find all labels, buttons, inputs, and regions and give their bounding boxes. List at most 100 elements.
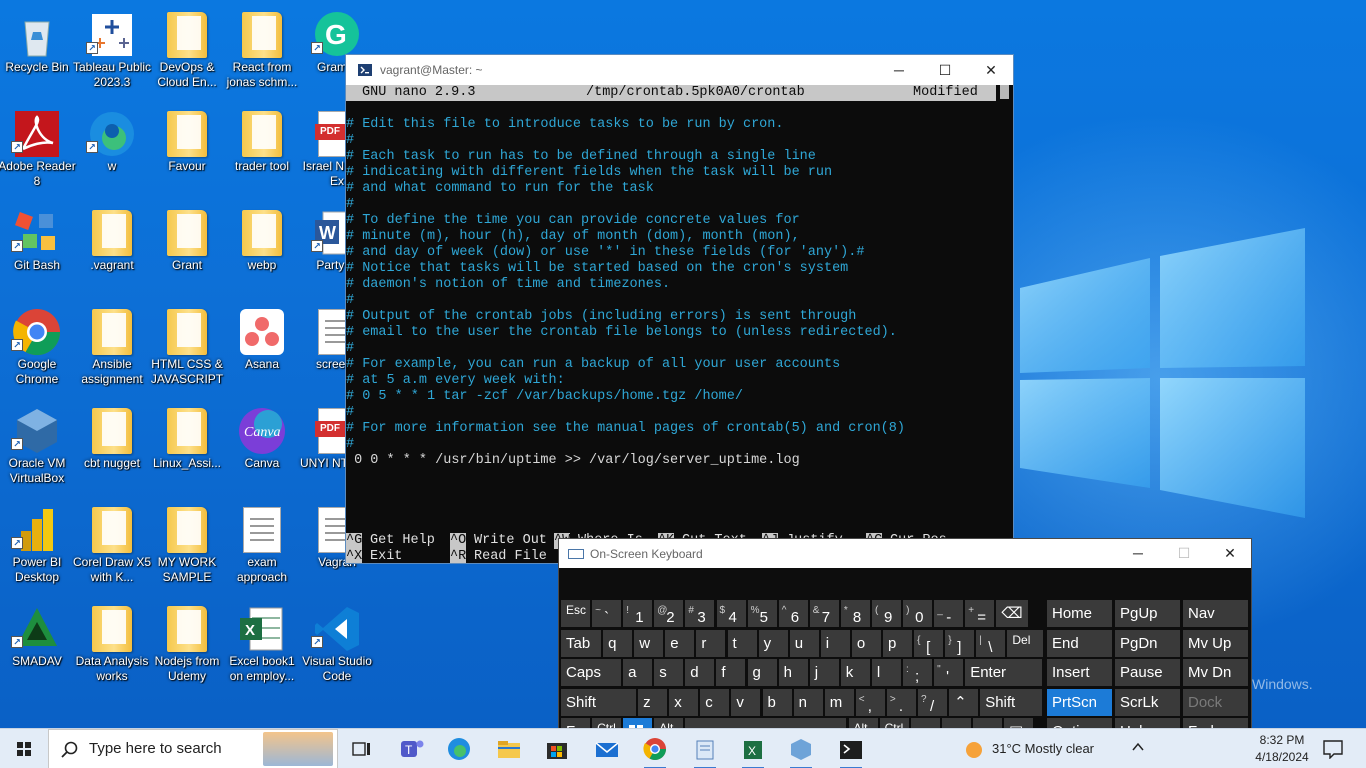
key-up-arrow[interactable]: ⌃: [949, 688, 979, 716]
desktop-icon-recycle-bin[interactable]: Recycle Bin: [0, 4, 77, 94]
key-s[interactable]: s: [654, 659, 684, 686]
key-0[interactable]: ) 0: [903, 600, 933, 627]
key-pause[interactable]: Pause: [1115, 659, 1180, 686]
file-explorer-icon[interactable]: [494, 735, 524, 763]
desktop-icon-visual-studio-code[interactable]: ↗ Visual Studio Code: [297, 598, 377, 688]
desktop-icon-data-analysis-works[interactable]: Data Analysis works: [72, 598, 152, 688]
key-pgup[interactable]: PgUp: [1115, 600, 1180, 627]
terminal-window[interactable]: vagrant@Master: ~ ─ ☐ ✕ GNU nano 2.9.3 /…: [345, 54, 1014, 564]
key-n[interactable]: n: [793, 688, 823, 716]
task-view-icon[interactable]: [346, 735, 376, 763]
desktop-icon-smadav[interactable]: ↗ SMADAV: [0, 598, 77, 688]
notifications-icon[interactable]: [1322, 739, 1344, 759]
desktop-icon-adobe-reader-8[interactable]: ↗ Adobe Reader 8: [0, 103, 77, 193]
key-m[interactable]: m: [824, 688, 854, 716]
chevron-up-icon[interactable]: [1130, 739, 1146, 755]
key-w[interactable]: w: [634, 629, 664, 657]
key-q[interactable]: q: [603, 629, 633, 657]
osk-minimize-button[interactable]: ─: [1115, 539, 1161, 568]
key-j[interactable]: j: [809, 659, 839, 686]
key-8[interactable]: * 8: [840, 600, 870, 627]
osk-close-button[interactable]: ✕: [1207, 539, 1253, 568]
taskbar-search-box[interactable]: Type here to search: [48, 729, 338, 768]
key-v[interactable]: v: [731, 688, 761, 716]
desktop-icon-grant[interactable]: Grant: [147, 202, 227, 292]
key--[interactable]: >.: [886, 688, 916, 716]
desktop-icon-devops-cloud-en[interactable]: DevOps & Cloud En...: [147, 4, 227, 94]
desktop-icon-my-work-sample[interactable]: MY WORK SAMPLE: [147, 499, 227, 589]
key-r[interactable]: r: [696, 629, 726, 657]
desktop-icon-corel-draw-x5-with-k[interactable]: Corel Draw X5 with K...: [72, 499, 152, 589]
desktop-icon-react-from-jonas-schm[interactable]: React from jonas schm...: [222, 4, 302, 94]
desktop-icon-ansible-assignment[interactable]: Ansible assignment: [72, 301, 152, 391]
terminal-task-icon[interactable]: [836, 735, 866, 768]
key-scrlk[interactable]: ScrLk: [1115, 688, 1180, 716]
scrollbar-thumb[interactable]: [1000, 85, 1009, 99]
desktop-icon-google-chrome[interactable]: ↗ Google Chrome: [0, 301, 77, 391]
desktop-icon-trader-tool[interactable]: trader tool: [222, 103, 302, 193]
key-6[interactable]: ^ 6: [778, 600, 808, 627]
key-7[interactable]: & 7: [809, 600, 839, 627]
key-5[interactable]: % 5: [747, 600, 777, 627]
osk-maximize-button[interactable]: ☐: [1161, 539, 1207, 568]
on-screen-keyboard-window[interactable]: On-Screen Keyboard ─ ☐ ✕ Esc ~ `! 1 @2 #3 $4% 5…: [558, 538, 1252, 746]
key-pgdn[interactable]: PgDn: [1115, 629, 1180, 657]
terminal-scrollbar[interactable]: [996, 85, 1013, 563]
desktop-icon-favour[interactable]: Favour: [147, 103, 227, 193]
key--[interactable]: <,: [855, 688, 885, 716]
key--[interactable]: + =: [965, 600, 995, 627]
close-button[interactable]: ✕: [968, 55, 1014, 85]
key-e[interactable]: e: [665, 629, 695, 657]
desktop-icon-excel-book1-on-employ[interactable]: X Excel book1 on employ...: [222, 598, 302, 688]
start-button[interactable]: [0, 729, 48, 768]
key--[interactable]: ~ `: [592, 600, 622, 627]
key-enter[interactable]: Enter: [965, 659, 1043, 686]
key-end[interactable]: End: [1047, 629, 1112, 657]
edge-icon[interactable]: [444, 735, 474, 763]
minimize-button[interactable]: ─: [876, 55, 922, 85]
key--[interactable]: _ -: [934, 600, 964, 627]
desktop-icon-cbt-nugget[interactable]: cbt nugget: [72, 400, 152, 490]
key-3[interactable]: #3: [685, 600, 715, 627]
key-left-shift[interactable]: Shift: [561, 688, 636, 716]
store-icon[interactable]: [542, 735, 572, 763]
desktop-icon-webp[interactable]: webp: [222, 202, 302, 292]
key-insert[interactable]: Insert: [1047, 659, 1112, 686]
key-nav[interactable]: Nav: [1183, 600, 1248, 627]
desktop-icon-asana[interactable]: Asana: [222, 301, 302, 391]
key--[interactable]: ? /: [918, 688, 947, 716]
excel-icon[interactable]: X: [738, 735, 768, 768]
key-b[interactable]: b: [762, 688, 792, 716]
key-a[interactable]: a: [623, 659, 653, 686]
key--[interactable]: :;: [903, 659, 932, 686]
desktop-icon-nodejs-from-udemy[interactable]: Nodejs from Udemy: [147, 598, 227, 688]
nano-text-area[interactable]: # Edit this file to introduce tasks to b…: [346, 101, 996, 469]
key-home[interactable]: Home: [1047, 600, 1112, 627]
virtualbox-icon[interactable]: [786, 735, 816, 768]
key-x[interactable]: x: [669, 688, 699, 716]
nano-editor[interactable]: GNU nano 2.9.3 /tmp/crontab.5pk0A0/cront…: [346, 85, 996, 563]
desktop-icon-tableau-public-2023-3[interactable]: ↗ Tableau Public 2023.3: [72, 4, 152, 94]
key-2[interactable]: @2: [654, 600, 684, 627]
key-1[interactable]: ! 1: [623, 600, 653, 627]
teams-icon[interactable]: T: [396, 735, 426, 763]
desktop-icon-oracle-vm-virtualbox[interactable]: ↗ Oracle VM VirtualBox: [0, 400, 77, 490]
desktop-icon-w[interactable]: ↗ w: [72, 103, 152, 193]
desktop-icon-exam-approach[interactable]: exam approach: [222, 499, 302, 589]
key-t[interactable]: t: [727, 629, 757, 657]
key-i[interactable]: i: [820, 629, 850, 657]
key-z[interactable]: z: [638, 688, 668, 716]
key-k[interactable]: k: [840, 659, 870, 686]
key-right-shift[interactable]: Shift: [980, 688, 1043, 716]
key--[interactable]: {[: [914, 629, 944, 657]
desktop-icon-linux-assi[interactable]: Linux_Assi...: [147, 400, 227, 490]
key-backspace[interactable]: ⌫: [996, 600, 1029, 627]
key-mv-dn[interactable]: Mv Dn: [1183, 659, 1248, 686]
maximize-button[interactable]: ☐: [922, 55, 968, 85]
key-esc[interactable]: Esc: [561, 600, 590, 627]
taskbar-clock[interactable]: 8:32 PM 4/18/2024: [1250, 732, 1314, 766]
key-y[interactable]: y: [758, 629, 788, 657]
key-c[interactable]: c: [700, 688, 730, 716]
key-4[interactable]: $4: [716, 600, 746, 627]
key-g[interactable]: g: [747, 659, 777, 686]
